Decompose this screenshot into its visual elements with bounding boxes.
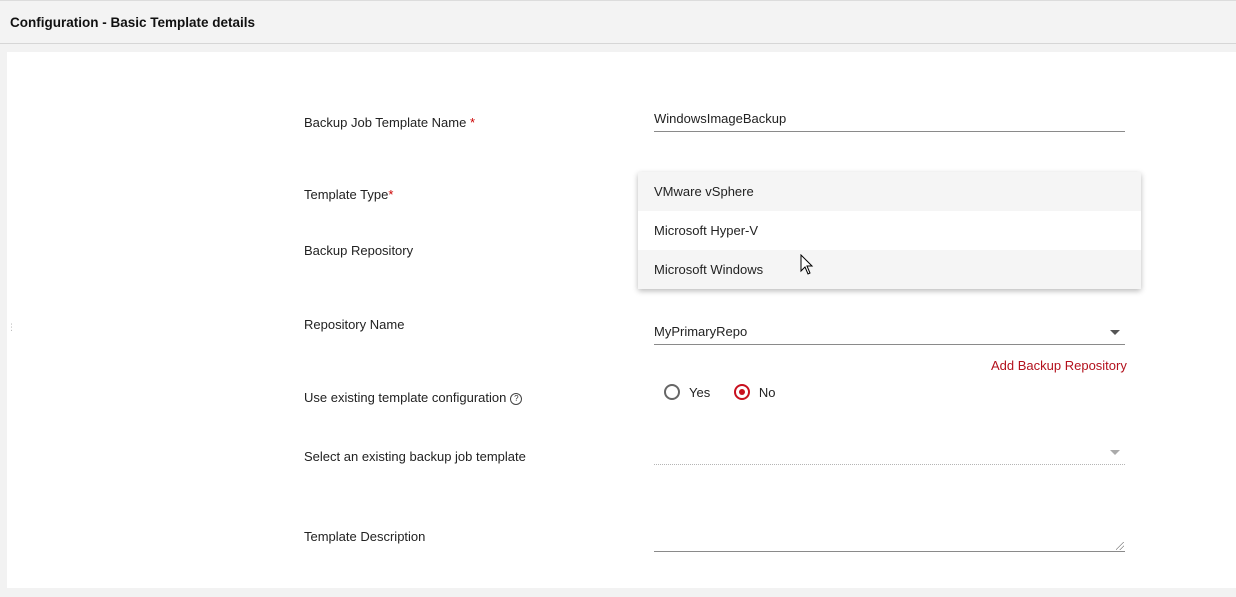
add-backup-repository-link[interactable]: Add Backup Repository [991, 358, 1127, 373]
template-type-dropdown: VMware vSphere Microsoft Hyper-V Microso… [638, 172, 1141, 289]
resize-handle-icon[interactable]: ⋮ [7, 323, 16, 332]
existing-template-label: Select an existing backup job template [304, 449, 526, 464]
help-icon[interactable]: ? [510, 393, 523, 405]
mouse-cursor-icon [800, 254, 814, 275]
chevron-down-icon [1110, 450, 1120, 455]
template-name-input[interactable]: WindowsImageBackup [654, 110, 1125, 132]
description-textarea[interactable] [654, 528, 1125, 552]
dropdown-option[interactable]: Microsoft Hyper-V [638, 211, 1141, 250]
backup-repository-label: Backup Repository [304, 243, 414, 258]
use-existing-radio-group: Yes No [664, 384, 795, 403]
chevron-down-icon [1110, 330, 1120, 335]
dropdown-option[interactable]: Microsoft Windows [638, 250, 1141, 289]
repository-name-label: Repository Name [304, 317, 405, 332]
page-header: Configuration - Basic Template details [0, 0, 1236, 44]
existing-template-select[interactable] [654, 443, 1125, 465]
form-panel: ⋮ [7, 52, 1236, 588]
template-name-label: Backup Job Template Name * [304, 115, 476, 130]
template-type-label: Template Type* [304, 187, 394, 202]
dropdown-option[interactable]: VMware vSphere [638, 172, 1141, 211]
page-title: Configuration - Basic Template details [10, 15, 256, 30]
repository-name-select[interactable]: MyPrimaryRepo [654, 323, 1125, 345]
required-marker: * [388, 187, 394, 202]
radio-circle-icon [733, 384, 750, 400]
description-label: Template Description [304, 529, 426, 544]
required-marker: * [469, 115, 476, 130]
radio-circle-icon [664, 384, 680, 400]
radio-yes[interactable]: Yes [664, 384, 710, 400]
use-existing-label: Use existing template configuration? [304, 390, 523, 405]
radio-no[interactable]: No [733, 384, 775, 400]
resize-grip-icon[interactable] [1116, 542, 1124, 550]
